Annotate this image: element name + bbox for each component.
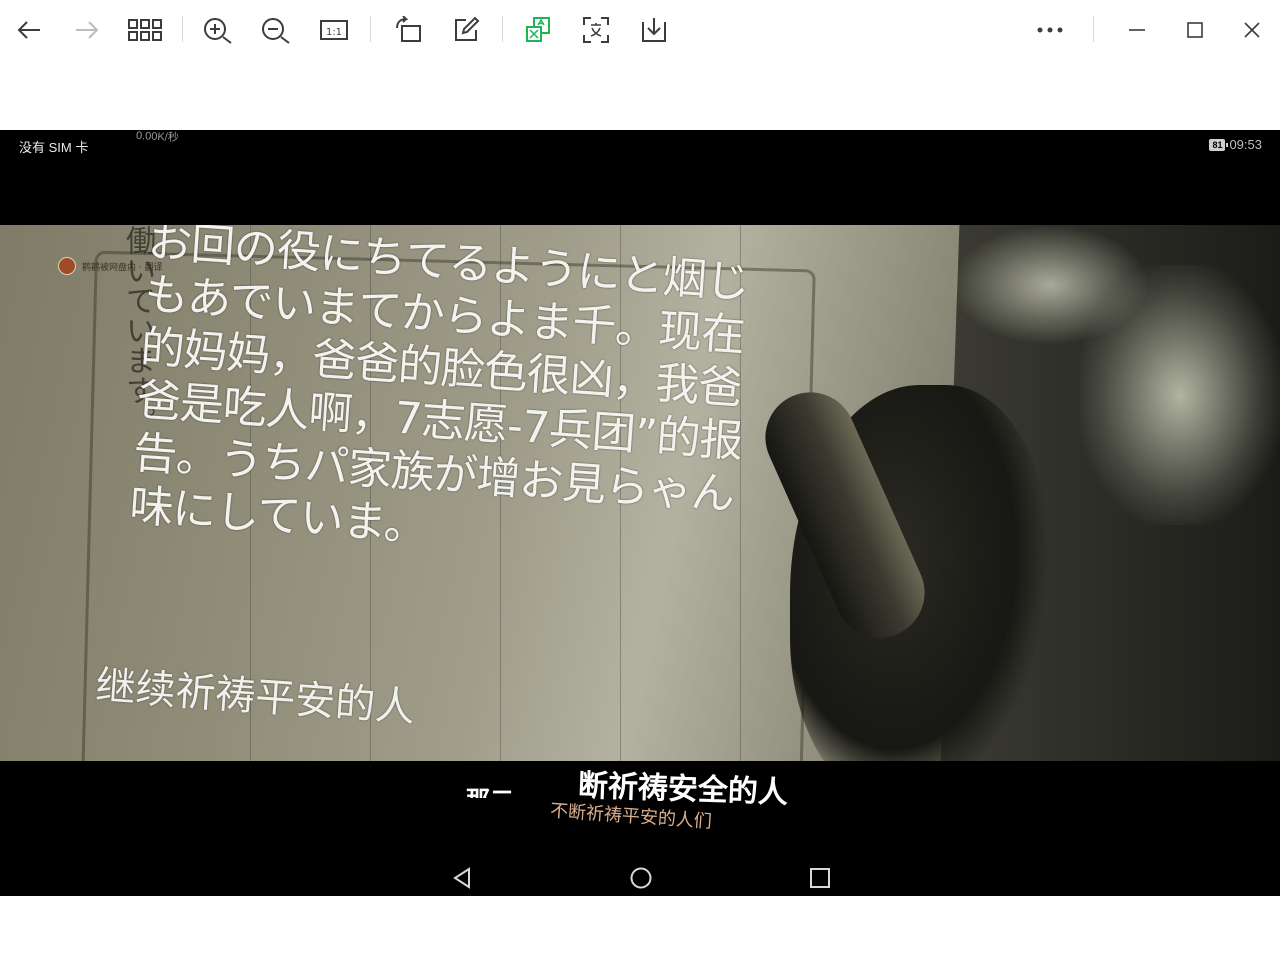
subtitle-fragment: 那二 [466, 780, 514, 798]
translate-button[interactable] [518, 10, 558, 50]
forward-button[interactable] [67, 10, 107, 50]
more-button[interactable] [1030, 10, 1070, 50]
toolbar-divider [182, 16, 183, 42]
back-button[interactable] [9, 10, 49, 50]
zoom-in-icon [204, 18, 232, 44]
toolbar-divider [370, 16, 371, 42]
zoom-out-button[interactable] [256, 10, 296, 50]
maximize-icon [1187, 22, 1203, 38]
nav-back-button[interactable] [448, 864, 476, 892]
minimize-icon [1129, 29, 1145, 31]
nav-recents-button[interactable] [806, 864, 834, 892]
background-light [1080, 265, 1280, 525]
edit-icon [455, 16, 480, 41]
more-dots-icon [1037, 27, 1063, 33]
close-button[interactable] [1232, 10, 1272, 50]
actual-size-button[interactable]: 1:1 [314, 10, 354, 50]
thumbnails-button[interactable] [125, 10, 165, 50]
download-icon [642, 18, 666, 42]
video-frame: 鹳鹳被网盘内 · 翻译 働いています。 お回の役にちてるようにと烟じもあでいまて… [0, 225, 1280, 761]
carrier-status: 没有 SIM 卡 [19, 140, 89, 155]
minimize-button[interactable] [1117, 10, 1157, 50]
nav-home-button[interactable] [627, 864, 655, 892]
overlay-caption: お回の役にちてるようにと烟じもあでいまてからよま千。现在的妈妈，爸爸的脸色很凶，… [127, 225, 751, 553]
toolbar-divider [1093, 16, 1094, 42]
triangle-back-icon [453, 867, 470, 889]
square-recents-icon [810, 868, 830, 888]
svg-text:1:1: 1:1 [326, 27, 342, 38]
toolbar-divider [502, 16, 503, 42]
displayed-image: 没有 SIM 卡 0.00K/秒 81 09:53 鹳鹳被网盘内 · 翻译 働い… [0, 130, 1280, 896]
scan-text-icon [583, 17, 609, 43]
circle-home-icon [630, 867, 652, 889]
rotate-icon [396, 16, 421, 42]
translate-icon [526, 17, 550, 42]
grid-icon [128, 19, 162, 41]
watermark-logo-icon [58, 257, 76, 275]
network-speed: 0.00K/秒 [135, 130, 180, 145]
download-button[interactable] [634, 10, 674, 50]
arrow-right-icon [76, 21, 99, 39]
zoom-in-button[interactable] [198, 10, 238, 50]
ocr-text-button[interactable] [576, 10, 616, 50]
edit-button[interactable] [446, 10, 486, 50]
actual-size-icon: 1:1 [320, 20, 348, 40]
maximize-button[interactable] [1175, 10, 1215, 50]
battery-icon: 81 [1209, 138, 1229, 151]
android-nav-bar [0, 858, 1280, 896]
status-right: 81 09:53 [1209, 137, 1262, 152]
arrow-left-icon [17, 21, 40, 39]
rotate-button[interactable] [388, 10, 428, 50]
zoom-out-icon [262, 18, 290, 44]
clock: 09:53 [1229, 137, 1262, 152]
image-viewer-toolbar: 1:1 [0, 0, 1280, 60]
close-icon [1244, 22, 1260, 38]
